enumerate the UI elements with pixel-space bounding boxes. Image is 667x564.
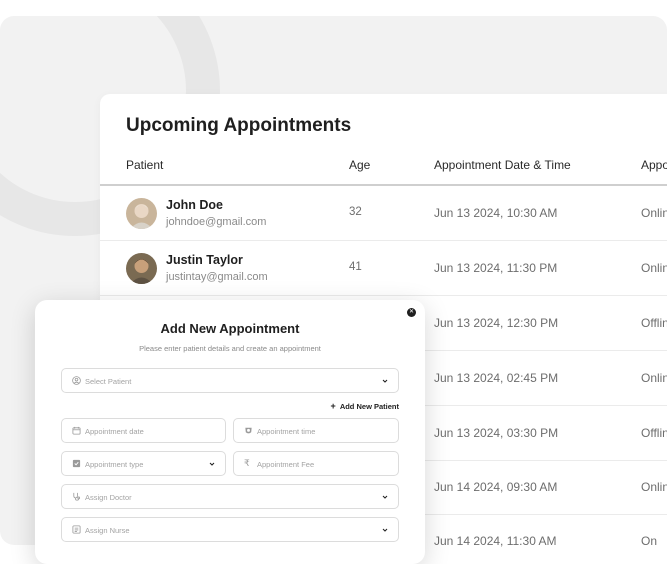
stethoscope-icon	[73, 492, 81, 501]
column-header-date-time[interactable]: Appointment Date & Time	[434, 158, 571, 172]
appointment-type: Onlin	[641, 206, 667, 220]
appointment-datetime: Jun 14 2024, 11:30 AM	[434, 534, 557, 548]
appointment-type: Offlin	[641, 426, 667, 440]
select-patient-dropdown[interactable]: Select Patient	[61, 368, 399, 393]
nurse-icon	[72, 525, 81, 534]
appointment-fee-field[interactable]: ₹ Appointment Fee	[233, 451, 399, 476]
select-patient-placeholder: Select Patient	[85, 377, 132, 386]
appointment-date-field[interactable]: Appointment date	[61, 418, 226, 443]
chevron-down-icon	[382, 495, 388, 499]
assign-nurse-dropdown[interactable]: Assign Nurse	[61, 517, 399, 542]
patient-age: 32	[349, 206, 362, 218]
rupee-icon: ₹	[244, 458, 250, 468]
patient-email: justintay@gmail.com	[166, 271, 268, 283]
patient-age: 41	[349, 261, 362, 273]
appointment-type: Onlin	[641, 371, 667, 385]
appointment-fee-placeholder: Appointment Fee	[257, 460, 315, 469]
table-row[interactable]: Justin Taylor justintay@gmail.com 41 Jun…	[100, 241, 667, 296]
modal-subtitle: Please enter patient details and create …	[139, 344, 321, 353]
appointment-datetime: Jun 13 2024, 12:30 PM	[434, 316, 559, 330]
appointment-type: Onlin	[641, 480, 667, 494]
assign-doctor-dropdown[interactable]: Assign Doctor	[61, 484, 399, 509]
add-appointment-modal: ✕ Add New Appointment Please enter patie…	[35, 300, 425, 564]
appointment-type: Offlin	[641, 316, 667, 330]
appointment-time-placeholder: Appointment time	[257, 427, 316, 436]
modal-title: Add New Appointment	[160, 321, 300, 336]
user-icon	[72, 376, 81, 385]
add-new-patient-label: Add New Patient	[339, 402, 399, 411]
appointment-datetime: Jun 14 2024, 09:30 AM	[434, 480, 558, 494]
appointment-time-field[interactable]: Appointment time	[233, 418, 399, 443]
avatar	[126, 253, 157, 284]
avatar	[126, 198, 157, 229]
table-row[interactable]: John Doe johndoe@gmail.com 32 Jun 13 202…	[100, 186, 667, 241]
checkbox-icon	[72, 459, 81, 468]
column-header-patient[interactable]: Patient	[126, 158, 163, 172]
assign-nurse-placeholder: Assign Nurse	[85, 526, 130, 535]
table-title: Upcoming Appointments	[126, 115, 352, 136]
appointment-datetime: Jun 13 2024, 11:30 PM	[434, 261, 558, 275]
appointment-type: On	[641, 534, 658, 548]
appointment-type-placeholder: Appointment type	[85, 460, 144, 469]
close-icon[interactable]: ✕	[407, 308, 416, 317]
appointment-type-dropdown[interactable]: Appointment type	[61, 451, 226, 476]
add-new-patient-link[interactable]: + Add New Patient	[331, 401, 399, 411]
patient-name: Justin Taylor	[166, 253, 243, 267]
chevron-down-icon	[382, 528, 388, 532]
appointment-datetime: Jun 13 2024, 10:30 AM	[434, 206, 558, 220]
chevron-down-icon	[209, 462, 215, 466]
calendar-icon	[72, 426, 81, 435]
appointment-datetime: Jun 13 2024, 02:45 PM	[434, 371, 559, 385]
column-header-appointment-type[interactable]: Appo	[641, 158, 667, 172]
appointment-type: Onlin	[641, 261, 667, 275]
assign-doctor-placeholder: Assign Doctor	[85, 493, 132, 502]
patient-name: John Doe	[166, 198, 223, 212]
plus-icon: +	[330, 401, 336, 411]
appointment-date-placeholder: Appointment date	[85, 427, 144, 436]
patient-email: johndoe@gmail.com	[166, 216, 267, 228]
column-header-age[interactable]: Age	[349, 158, 370, 172]
appointment-datetime: Jun 13 2024, 03:30 PM	[434, 426, 559, 440]
clock-icon	[245, 427, 252, 434]
chevron-down-icon	[382, 379, 388, 383]
